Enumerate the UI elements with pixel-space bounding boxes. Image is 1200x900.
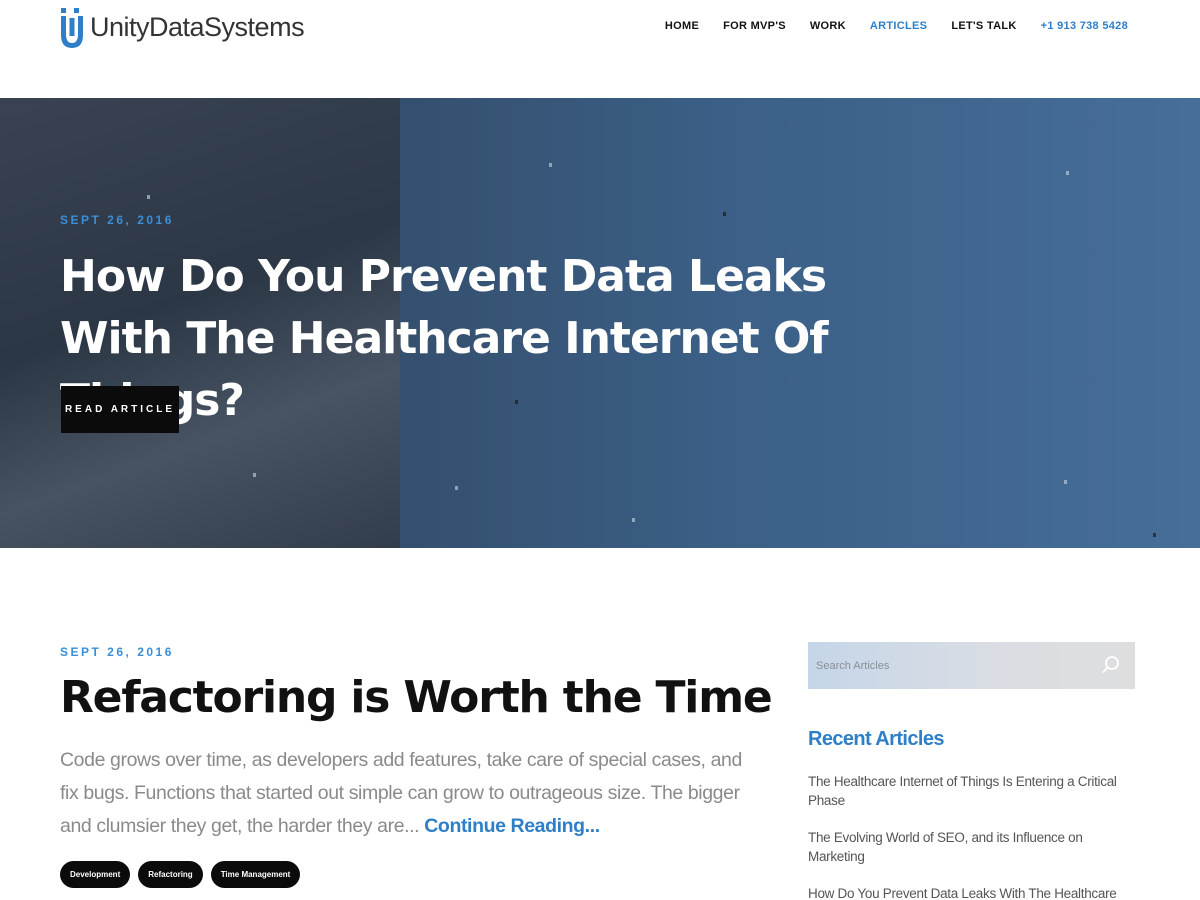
nav-home[interactable]: HOME (665, 20, 699, 32)
tag-refactoring[interactable]: Refactoring (138, 861, 203, 888)
hero-speck (1066, 171, 1069, 175)
nav-work[interactable]: WORK (810, 20, 846, 32)
recent-articles-heading: Recent Articles (808, 728, 944, 750)
continue-reading-link[interactable]: Continue Reading... (424, 815, 600, 837)
recent-articles-list: The Healthcare Internet of Things Is Ent… (808, 772, 1128, 900)
nav-phone[interactable]: +1 913 738 5428 (1041, 20, 1128, 32)
brand-logo[interactable]: UnityDataSystems (60, 4, 305, 50)
recent-article-link[interactable]: The Healthcare Internet of Things Is Ent… (808, 772, 1128, 810)
hero-speck (1064, 480, 1067, 484)
site-header: UnityDataSystems HOME FOR MVP'S WORK ART… (0, 0, 1200, 98)
excerpt-text: Code grows over time, as developers add … (60, 749, 742, 837)
nav-articles[interactable]: ARTICLES (870, 20, 927, 32)
logo-u-icon (61, 8, 83, 48)
hero-speck (1153, 533, 1156, 537)
hero-banner: SEPT 26, 2016 How Do You Prevent Data Le… (0, 98, 1200, 548)
hero-speck (723, 212, 726, 216)
article-date: SEPT 26, 2016 (60, 645, 174, 659)
recent-article-link[interactable]: The Evolving World of SEO, and its Influ… (808, 828, 1128, 866)
hero-speck (147, 195, 150, 199)
hero-speck (455, 486, 458, 490)
hero-speck (549, 163, 552, 167)
tag-development[interactable]: Development (60, 861, 131, 888)
hero-title[interactable]: How Do You Prevent Data Leaks With The H… (60, 246, 880, 432)
main-nav: HOME FOR MVP'S WORK ARTICLES LET'S TALK … (641, 20, 1128, 32)
hero-date: SEPT 26, 2016 (60, 213, 174, 227)
article-tags: Development Refactoring Time Management (60, 861, 301, 888)
tag-time-management[interactable]: Time Management (210, 861, 301, 888)
search-icon[interactable] (1101, 655, 1121, 675)
search-box (808, 642, 1135, 689)
brand-name: UnityDataSystems (90, 11, 305, 42)
read-article-button[interactable]: READ ARTICLE (61, 386, 179, 433)
hero-speck (632, 518, 635, 522)
nav-lets-talk[interactable]: LET'S TALK (951, 20, 1016, 32)
article-title[interactable]: Refactoring is Worth the Time (60, 672, 773, 723)
recent-article-link[interactable]: How Do You Prevent Data Leaks With The H… (808, 884, 1128, 900)
hero-speck (253, 473, 256, 477)
nav-for-mvps[interactable]: FOR MVP'S (723, 20, 786, 32)
search-input[interactable] (808, 642, 1098, 689)
article-excerpt: Code grows over time, as developers add … (60, 744, 750, 843)
